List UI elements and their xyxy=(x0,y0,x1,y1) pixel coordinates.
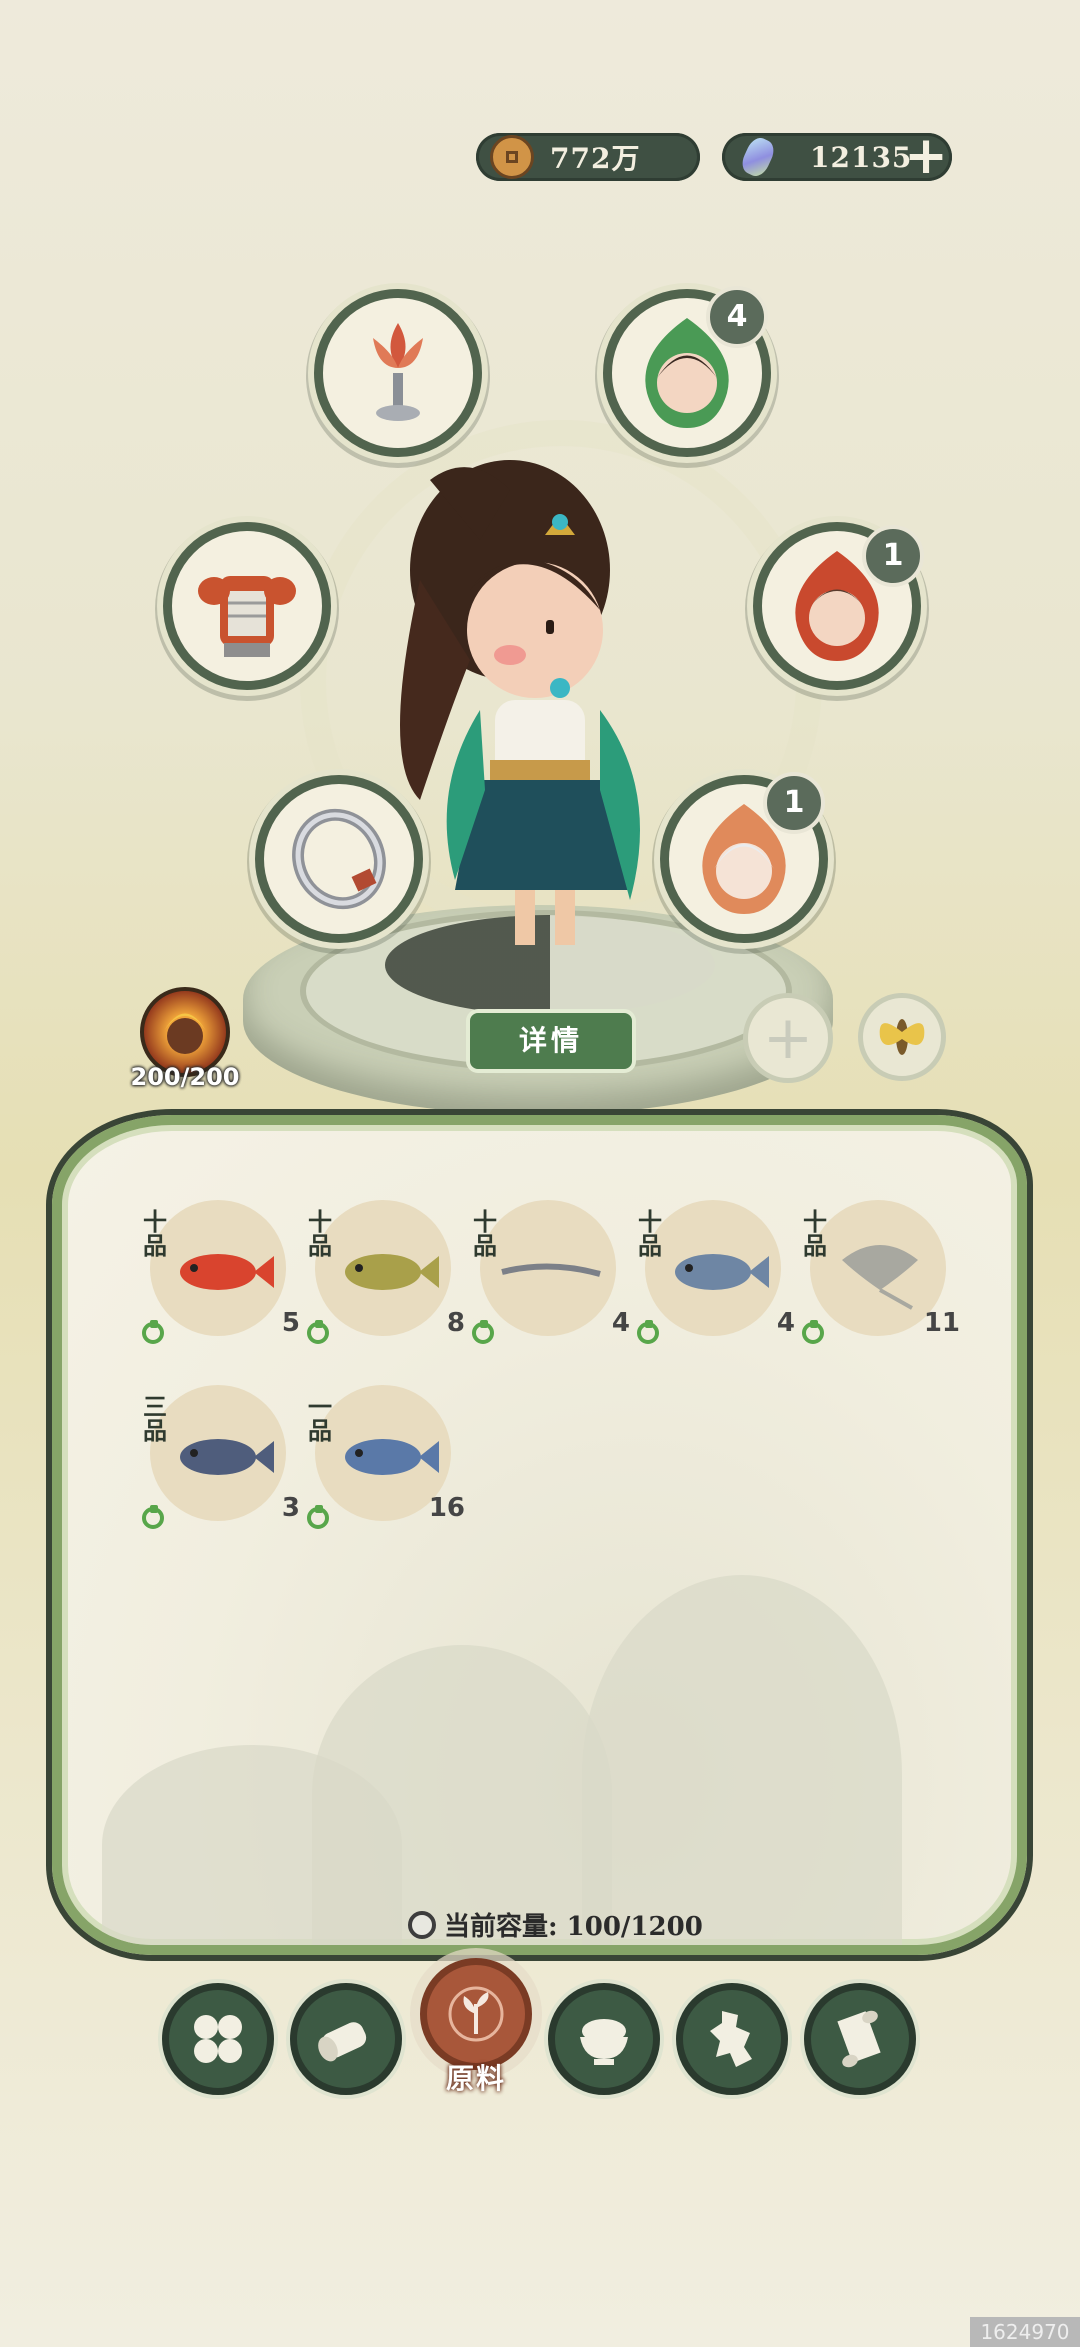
item-grade: 三品 xyxy=(143,1392,167,1445)
seal-icon xyxy=(472,1320,494,1344)
fish-icon xyxy=(180,1254,274,1290)
item-count: 11 xyxy=(923,1308,960,1338)
mountain-decoration xyxy=(582,1575,902,1945)
slot-ring[interactable] xyxy=(255,775,423,943)
inventory-item-silver-fish[interactable]: 十品 4 xyxy=(635,1200,795,1350)
armor-icon xyxy=(198,576,296,657)
watermark-id: 1624970 xyxy=(970,2317,1080,2347)
map-icon xyxy=(710,2011,752,2067)
slot-lotus-lamp[interactable] xyxy=(314,289,482,457)
fish-icon xyxy=(345,1439,439,1475)
inventory-item-yellow-fish[interactable]: 十品 8 xyxy=(305,1200,465,1350)
slot-companion-top[interactable]: 4 xyxy=(603,286,771,457)
item-grade: 一品 xyxy=(308,1392,332,1445)
nav-active-label: 原料 xyxy=(445,2062,506,2095)
inventory-item-anglerfish[interactable]: 三品 3 xyxy=(140,1385,300,1535)
fish-icon xyxy=(842,1245,918,1310)
nav-scroll-button[interactable] xyxy=(804,1983,916,2095)
grid-icon xyxy=(194,2015,242,2063)
seal-icon xyxy=(142,1320,164,1344)
capacity-text: 当前容量: 100/1200 xyxy=(444,1912,703,1942)
gem-counter: 12135 + xyxy=(722,127,952,185)
inventory-item-blue-fish[interactable]: 一品 16 xyxy=(305,1385,465,1535)
coin-amount: 772万 xyxy=(550,142,641,175)
item-grade: 十品 xyxy=(638,1207,662,1260)
bag-icon xyxy=(408,1910,436,1939)
fish-icon xyxy=(345,1254,439,1290)
herb-icon xyxy=(448,1986,504,2042)
fish-icon xyxy=(501,1263,601,1277)
coin-counter: 772万 xyxy=(476,133,700,181)
fish-icon xyxy=(180,1439,274,1475)
plus-icon: + xyxy=(762,1003,814,1073)
item-grade: 十品 xyxy=(803,1207,827,1260)
item-grade: 十品 xyxy=(143,1207,167,1260)
details-button[interactable]: 详情 xyxy=(466,1009,636,1073)
item-count: 4 xyxy=(776,1308,795,1338)
nav-map-button[interactable] xyxy=(676,1983,788,2095)
inventory-item-stingray[interactable]: 十品 11 xyxy=(800,1200,960,1350)
add-gems-button[interactable]: + xyxy=(896,127,956,187)
slot-companion-low[interactable]: 1 xyxy=(660,772,828,943)
item-count: 8 xyxy=(446,1308,465,1338)
seal-icon xyxy=(307,1505,329,1529)
add-slot-button[interactable]: + xyxy=(743,993,833,1083)
nav-grid-button[interactable] xyxy=(162,1983,274,2095)
fish-icon xyxy=(675,1254,769,1290)
gem-icon-wrap xyxy=(736,134,780,180)
moth-icon xyxy=(879,1019,925,1055)
item-grade: 十品 xyxy=(473,1207,497,1260)
coin-icon xyxy=(490,135,534,179)
seal-icon xyxy=(142,1505,164,1529)
stamina-value: 200/200 xyxy=(130,1063,240,1091)
seal-icon xyxy=(307,1320,329,1344)
item-count: 5 xyxy=(281,1308,300,1338)
item-count: 16 xyxy=(428,1493,465,1523)
moth-button[interactable] xyxy=(858,993,946,1081)
companion-count-badge: 1 xyxy=(862,525,924,587)
slot-companion-mid[interactable]: 1 xyxy=(753,522,924,690)
scroll-icon xyxy=(837,2010,881,2068)
mountain-decoration xyxy=(102,1745,402,1945)
nav-bowl-button[interactable] xyxy=(548,1983,660,2095)
inventory-item-red-fish[interactable]: 十品 5 xyxy=(140,1200,300,1350)
fire-spirit-icon xyxy=(164,1013,206,1054)
nav-ingredients-button[interactable] xyxy=(420,1958,532,2070)
seal-icon xyxy=(802,1320,824,1344)
lotus-lamp-icon xyxy=(373,323,423,421)
gem-icon xyxy=(738,134,778,180)
item-count: 4 xyxy=(611,1308,630,1338)
log-icon xyxy=(318,2022,367,2062)
seal-icon xyxy=(637,1320,659,1344)
ring-icon xyxy=(292,808,386,910)
companion-count-badge: 1 xyxy=(763,772,825,834)
capacity-indicator: 当前容量: 100/1200 xyxy=(408,1906,703,1943)
nav-log-button[interactable] xyxy=(290,1983,402,2095)
inventory-item-eel[interactable]: 十品 4 xyxy=(470,1200,630,1350)
rice-bowl-icon xyxy=(580,2019,628,2065)
companion-count-badge: 4 xyxy=(706,286,768,348)
slot-armor[interactable] xyxy=(163,522,331,690)
item-grade: 十品 xyxy=(308,1207,332,1260)
item-count: 3 xyxy=(281,1493,300,1523)
